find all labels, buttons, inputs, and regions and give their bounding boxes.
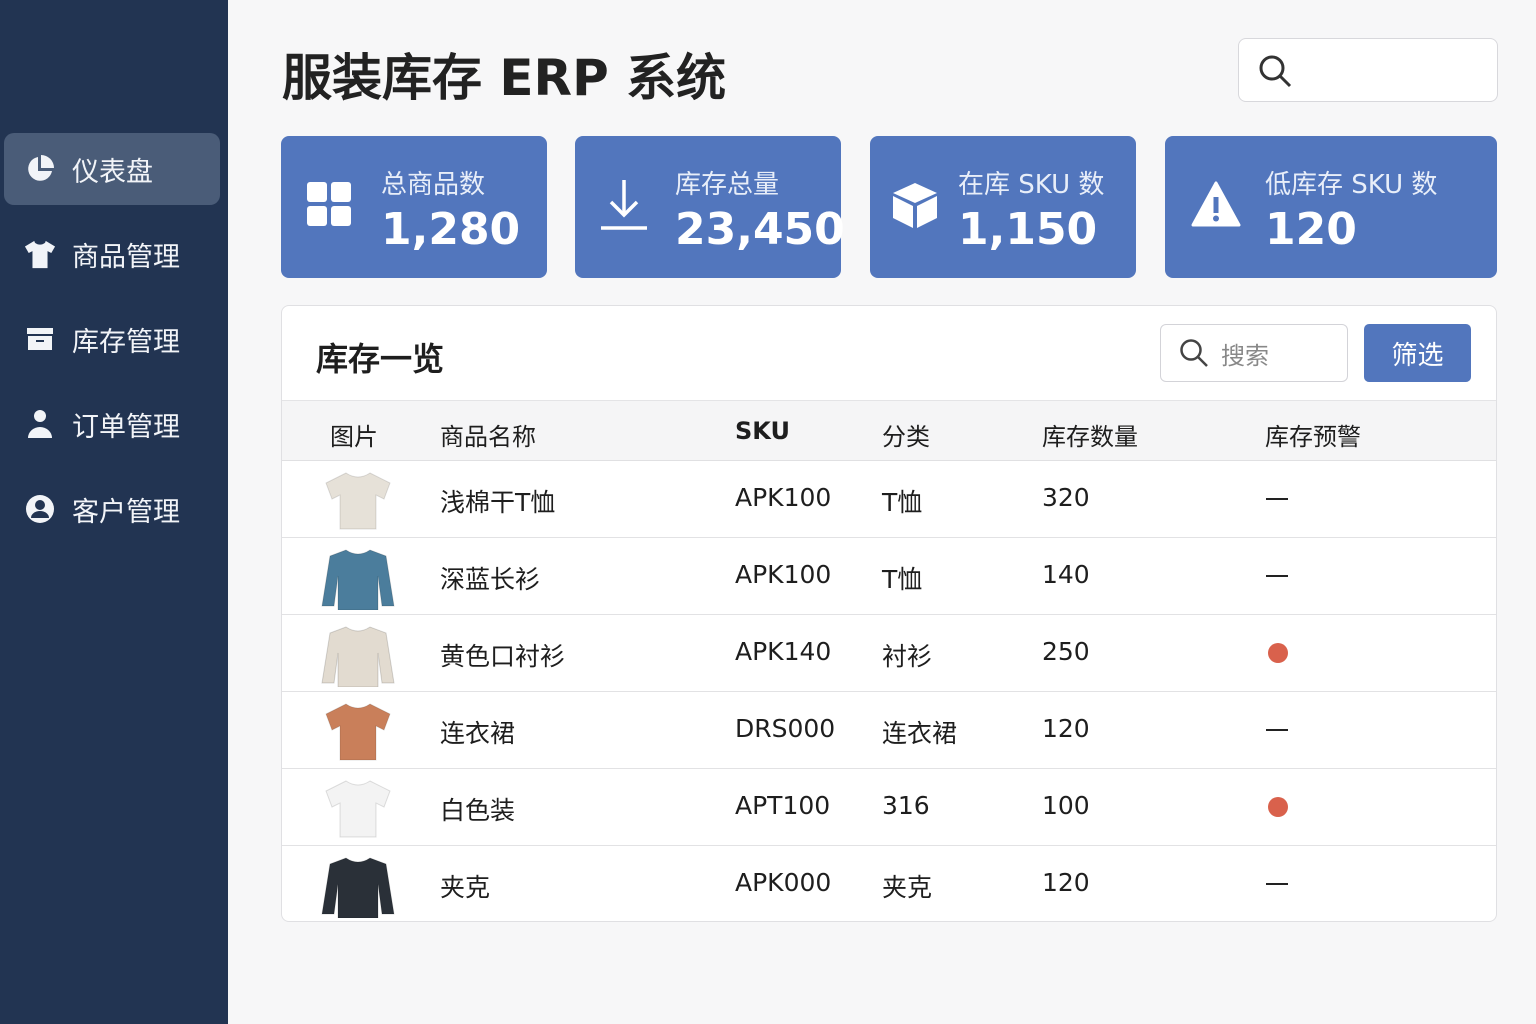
sidebar-item-label: 库存管理 (72, 326, 180, 358)
search-icon (1180, 339, 1208, 367)
stat-label: 低库存 SKU 数 (1265, 170, 1438, 200)
product-name: 深蓝长衫 (440, 565, 541, 594)
low-stock-alert-dot (1268, 797, 1288, 817)
sku: APT100 (735, 791, 831, 820)
stat-value: 120 (1265, 204, 1357, 255)
stat-value: 23,450 (675, 204, 845, 255)
tshirt-icon (24, 238, 56, 270)
filter-button[interactable]: 筛选 (1364, 324, 1471, 382)
product-name: 白色装 (440, 796, 516, 825)
no-alert-dash (1266, 498, 1288, 500)
stat-card-total-products: 总商品数 1,280 (281, 136, 547, 278)
page-title: 服装库存 ERP 系统 (282, 49, 727, 107)
category: 衬衫 (882, 642, 933, 671)
sidebar-item-products[interactable]: 商品管理 (4, 218, 220, 290)
inventory-panel: 库存一览 搜索 筛选 图片 商品名称 SKU 分类 库存数量 库存预警 浅棉干T… (281, 305, 1497, 922)
user-circle-icon (24, 493, 56, 525)
global-search-input[interactable] (1238, 38, 1498, 102)
sidebar: 仪表盘 商品管理 库存管理 订单管理 客户管理 (0, 0, 228, 1024)
stock-quantity: 250 (1042, 637, 1090, 666)
search-icon (1259, 55, 1292, 88)
inventory-search-input[interactable]: 搜索 (1160, 324, 1348, 382)
sku: APK000 (735, 868, 832, 897)
stat-value: 1,280 (381, 204, 521, 255)
category: 夹克 (882, 873, 933, 902)
product-name: 浅棉干T恤 (440, 488, 556, 517)
column-header[interactable]: SKU (735, 417, 790, 445)
no-alert-dash (1266, 883, 1288, 885)
product-name: 夹克 (440, 873, 491, 902)
stat-card-total-stock: 库存总量 23,450 (575, 136, 845, 278)
stat-card-sku-in-stock: 在库 SKU 数 1,150 (870, 136, 1136, 278)
product-image (325, 780, 391, 838)
table-row[interactable]: 连衣裙 DRS000 连衣裙 120 (282, 692, 1496, 769)
sidebar-item-label: 客户管理 (72, 496, 180, 528)
category: T恤 (882, 488, 923, 517)
column-header[interactable]: 分类 (882, 417, 930, 452)
stat-value: 1,150 (958, 204, 1098, 255)
sku: APK140 (735, 637, 832, 666)
stat-label: 库存总量 (675, 170, 780, 200)
sidebar-item-label: 商品管理 (72, 241, 180, 273)
product-image (321, 626, 395, 687)
stock-quantity: 120 (1042, 868, 1090, 897)
table-row[interactable]: 黄色口衬衫 APK140 衬衫 250 (282, 615, 1496, 692)
pie-chart-icon (24, 153, 56, 185)
stock-quantity: 140 (1042, 560, 1090, 589)
sidebar-item-label: 仪表盘 (72, 156, 153, 188)
stock-quantity: 100 (1042, 791, 1090, 820)
product-name: 黄色口衬衫 (440, 642, 566, 671)
no-alert-dash (1266, 729, 1288, 731)
sidebar-item-customers[interactable]: 客户管理 (4, 473, 220, 545)
sku: APK100 (735, 560, 832, 589)
column-header[interactable]: 库存预警 (1265, 417, 1361, 452)
stat-label: 在库 SKU 数 (958, 170, 1105, 200)
sidebar-item-label: 订单管理 (72, 411, 180, 443)
panel-title: 库存一览 (316, 340, 445, 378)
product-image (325, 472, 391, 530)
category: 连衣裙 (882, 719, 958, 748)
table-header: 图片 商品名称 SKU 分类 库存数量 库存预警 (282, 400, 1496, 461)
no-alert-dash (1266, 575, 1288, 577)
category: 316 (882, 791, 930, 820)
sidebar-item-orders[interactable]: 订单管理 (4, 388, 220, 460)
table-row[interactable]: 白色装 APT100 316 100 (282, 769, 1496, 846)
grid-icon (307, 182, 351, 226)
stock-quantity: 320 (1042, 483, 1090, 512)
column-header[interactable]: 库存数量 (1042, 417, 1138, 452)
sidebar-item-inventory[interactable]: 库存管理 (4, 303, 220, 375)
low-stock-alert-dot (1268, 643, 1288, 663)
stat-card-low-stock: 低库存 SKU 数 120 (1165, 136, 1497, 278)
product-image (321, 857, 395, 918)
column-header: 图片 (330, 423, 378, 451)
table-row[interactable]: 夹克 APK000 夹克 120 (282, 846, 1496, 921)
column-header[interactable]: 商品名称 (440, 417, 536, 452)
stat-label: 总商品数 (381, 170, 486, 200)
box-icon (893, 183, 937, 228)
search-placeholder: 搜索 (1221, 341, 1269, 370)
product-image (321, 549, 395, 610)
sku: APK100 (735, 483, 832, 512)
warning-icon (1191, 181, 1241, 227)
user-icon (24, 408, 56, 440)
table-row[interactable]: 深蓝长衫 APK100 T恤 140 (282, 538, 1496, 615)
table-row[interactable]: 浅棉干T恤 APK100 T恤 320 (282, 461, 1496, 538)
sku: DRS000 (735, 714, 836, 743)
category: T恤 (882, 565, 923, 594)
sidebar-item-dashboard[interactable]: 仪表盘 (4, 133, 220, 205)
product-name: 连衣裙 (440, 719, 516, 748)
product-image (325, 703, 391, 761)
archive-box-icon (24, 323, 56, 355)
stock-quantity: 120 (1042, 714, 1090, 743)
download-icon (601, 180, 647, 230)
